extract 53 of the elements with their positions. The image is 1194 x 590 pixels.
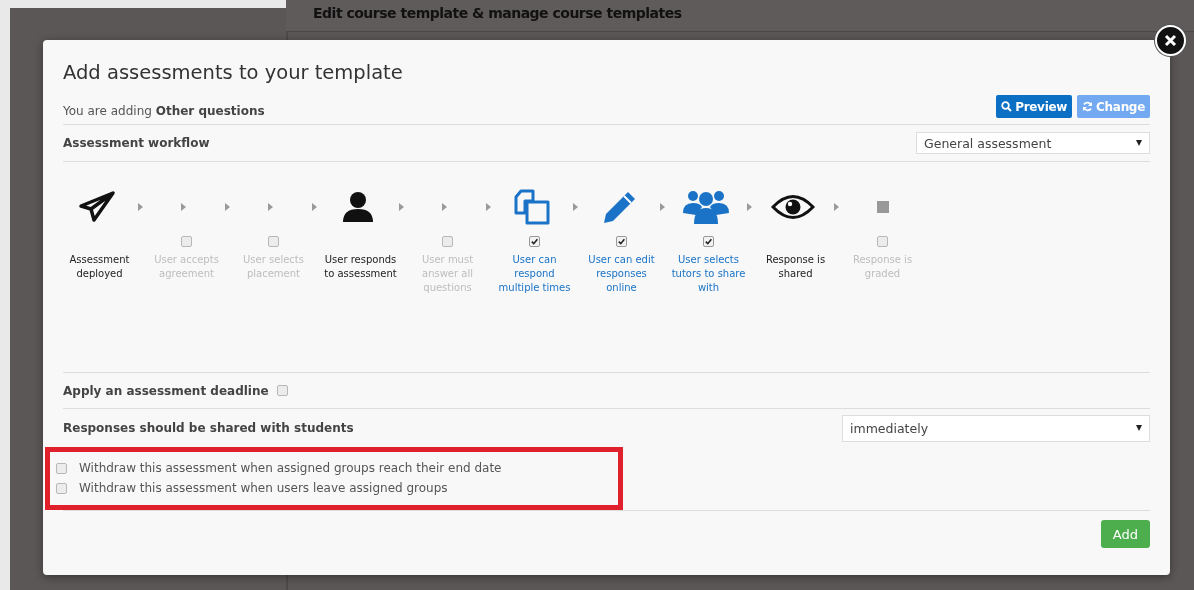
arrow-icon [659, 203, 665, 211]
withdraw-checkbox[interactable] [56, 482, 67, 494]
close-icon [1164, 34, 1177, 47]
caret-icon [1136, 425, 1142, 431]
step-checkbox[interactable] [529, 235, 540, 247]
option-label: Withdraw this assessment when users leave assigned groups [79, 481, 448, 495]
deadline-label: Apply an assessment deadline [63, 383, 269, 398]
caret-icon [1136, 140, 1142, 146]
arrow-icon [746, 203, 752, 211]
sharing-label: Responses should be shared with students [63, 421, 354, 435]
square-icon [876, 201, 889, 213]
refresh-icon [1082, 101, 1094, 112]
arrow-icon [398, 203, 404, 211]
step-label: User selects placement [242, 253, 305, 281]
preview-button[interactable]: Preview [996, 95, 1073, 118]
step-checkbox[interactable] [616, 235, 627, 247]
arrow-icon [485, 203, 491, 211]
arrow-icon [268, 203, 273, 211]
workflow-label: Assessment workflow [63, 136, 210, 150]
search-icon [1001, 101, 1013, 112]
step-label: User can respond multiple times [497, 253, 572, 295]
step-label: Assessment deployed [68, 253, 131, 281]
step-checkbox[interactable] [877, 235, 888, 247]
adding-note: You are adding Other questions [63, 104, 265, 118]
arrow-icon [442, 203, 447, 211]
step-label: Response is graded [851, 253, 914, 281]
arrow-icon [137, 203, 143, 211]
workflow-select[interactable]: General assessment [916, 132, 1150, 154]
dialog-title: Add assessments to your template [63, 60, 404, 86]
step-checkbox[interactable] [703, 235, 714, 247]
sharing-select[interactable]: immediately [842, 414, 1150, 442]
arrow-icon [181, 203, 186, 211]
step-label: User can edit responses online [587, 253, 656, 295]
arrow-icon [572, 203, 578, 211]
deadline-checkbox[interactable] [276, 385, 288, 396]
add-button[interactable]: Add [1100, 520, 1150, 548]
step-checkbox[interactable] [268, 235, 279, 247]
group-icon [681, 189, 730, 225]
arrow-icon [311, 203, 317, 211]
arrow-icon [833, 203, 839, 211]
step-label: User responds to assessment [323, 253, 398, 281]
arrow-icon [224, 203, 230, 211]
step-label: Response is shared [764, 253, 827, 281]
eye-icon [770, 194, 815, 220]
copy-icon [512, 189, 551, 225]
step-checkbox[interactable] [442, 235, 453, 247]
withdraw-checkbox[interactable] [56, 462, 67, 474]
option-label: Withdraw this assessment when assigned groups reach their end date [79, 461, 502, 475]
step-checkbox[interactable] [181, 235, 192, 247]
user-icon [340, 191, 375, 223]
paper-plane-icon [77, 191, 116, 223]
step-label: User selects tutors to share with [671, 253, 746, 295]
page-heading: Edit course template & manage course templates [313, 5, 682, 21]
